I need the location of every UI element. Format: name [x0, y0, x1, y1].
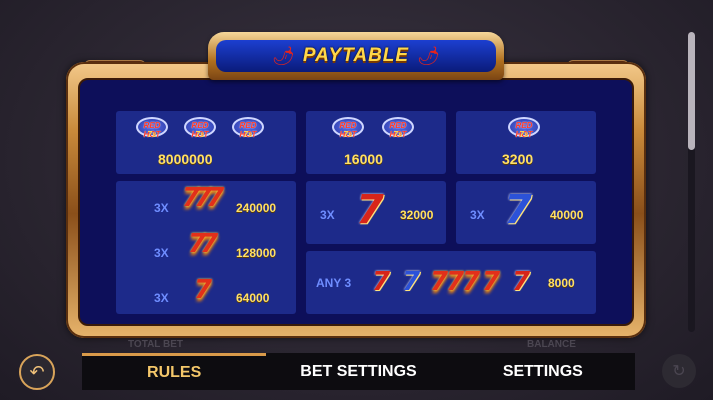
tab-bet-settings[interactable]: BET SETTINGS [266, 353, 450, 390]
red-seven-icon: 7 [356, 187, 384, 233]
red-hot-7s-logo-icon: RED HOT 7s [136, 117, 168, 143]
multiplier-label: 3X [154, 246, 169, 260]
payout-value: 240000 [236, 201, 277, 215]
blue-seven-icon: 7 [402, 267, 421, 297]
total-bet-label: TOTAL BET [128, 339, 183, 350]
fire-seven-icon: 7 [482, 267, 501, 297]
tab-bar: RULES BET SETTINGS SETTINGS [82, 353, 635, 390]
payout-value: 64000 [236, 291, 270, 305]
balance-label: BALANCE [527, 339, 576, 350]
red-hot-7s-logo-icon: RED HOT 7s [382, 117, 414, 143]
single-fire-seven-icon: 7 [194, 275, 213, 305]
payout-value: 8000 [548, 276, 575, 290]
double-fire-seven-icon: 77 [188, 229, 218, 259]
multiplier-label: 3X [470, 208, 485, 222]
payout-value: 128000 [236, 246, 277, 260]
tab-rules[interactable]: RULES [82, 353, 267, 390]
payout-value: 16000 [344, 151, 383, 167]
triple-fire-seven-icon: 777 [182, 183, 224, 213]
chili-pepper-icon: 🌶 [272, 45, 295, 66]
red-seven-icon: 7 [512, 267, 531, 297]
fire-seven-icon: 7 [462, 267, 481, 297]
back-arrow-icon: ↶ [29, 361, 45, 382]
multiplier-label: 3X [154, 201, 169, 215]
any3-label: ANY 3 [316, 276, 352, 290]
back-button[interactable]: ↶ [19, 354, 55, 390]
page-title: PAYTABLE [302, 45, 410, 66]
paytable-header: 🌶 PAYTABLE 🌶 [208, 32, 504, 80]
blue-seven-icon: 7 [504, 187, 532, 233]
payout-value: 8000000 [158, 151, 213, 167]
payout-value: 40000 [550, 208, 584, 222]
chili-pepper-icon: 🌶 [417, 45, 440, 66]
multiplier-label: 3X [320, 208, 335, 222]
red-hot-7s-logo-icon: RED HOT 7s [332, 117, 364, 143]
red-hot-7s-logo-icon: RED HOT 7s [232, 117, 264, 143]
multiplier-label: 3X [154, 291, 169, 305]
paytable-cell-fire-sevens: 3X 777 240000 3X 77 128000 3X 7 64000 [116, 181, 296, 314]
tab-settings[interactable]: SETTINGS [451, 353, 635, 390]
paytable-cell-red-seven: 3X 7 32000 [306, 181, 446, 244]
payout-value: 32000 [400, 208, 434, 222]
paytable-cell-any3: ANY 3 7 7 7 7 7 7 7 8000 [306, 251, 596, 314]
red-seven-icon: 7 [372, 267, 391, 297]
paytable-cell-blue-seven: 3X 7 40000 [456, 181, 596, 244]
red-hot-7s-logo-icon: RED HOT 7s [508, 117, 540, 143]
paytable-cell-logo2: RED HOT 7s RED HOT 7s 16000 [306, 111, 446, 174]
spin-button-background: ↻ [662, 354, 696, 388]
paytable-cell-logo1: RED HOT 7s 3200 [456, 111, 596, 174]
scrollbar-thumb[interactable] [688, 32, 695, 150]
payout-value: 3200 [502, 151, 534, 167]
paytable-cell-logo3: RED HOT 7s RED HOT 7s RED HOT 7s 8000000 [116, 111, 296, 174]
red-hot-7s-logo-icon: RED HOT 7s [184, 117, 216, 143]
